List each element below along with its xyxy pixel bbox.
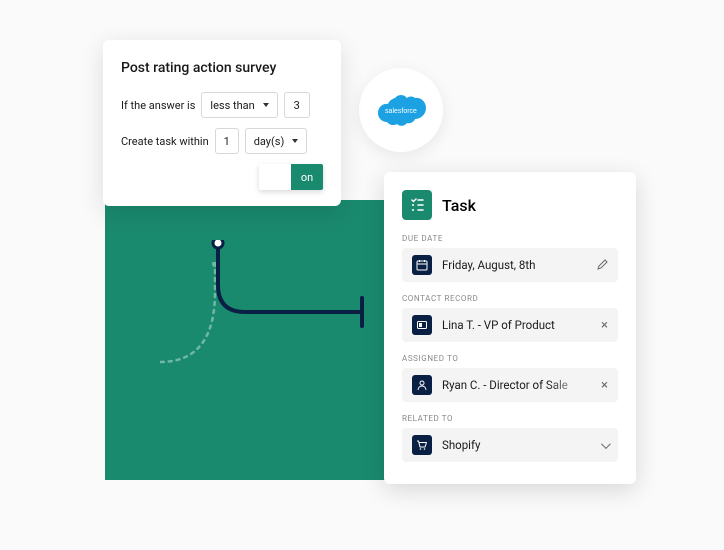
clear-icon[interactable]: ×: [601, 319, 608, 332]
assigned-to-input[interactable]: Ryan C. - Director of Sale ×: [402, 368, 618, 402]
calendar-icon: [412, 255, 432, 275]
task-list-icon: [402, 190, 432, 220]
cart-icon: [412, 435, 432, 455]
salesforce-badge: salesforce: [359, 68, 443, 152]
person-icon: [412, 375, 432, 395]
operator-select[interactable]: less than: [201, 92, 277, 118]
threshold-input[interactable]: 3: [284, 92, 310, 118]
assigned-to-field: ASSIGNED TO Ryan C. - Director of Sale ×: [402, 354, 618, 402]
contact-record-field: CONTACT RECORD Lina T. - VP of Product ×: [402, 294, 618, 342]
toggle-off-slot: [259, 164, 291, 190]
toggle-on-slot: on: [291, 164, 323, 190]
survey-title: Post rating action survey: [121, 60, 323, 76]
condition-label: If the answer is: [121, 99, 195, 112]
chevron-down-icon: [292, 139, 298, 143]
contact-record-input[interactable]: Lina T. - VP of Product ×: [402, 308, 618, 342]
task-title: Task: [442, 196, 476, 215]
chevron-down-icon[interactable]: [601, 442, 608, 449]
chevron-down-icon: [263, 103, 269, 107]
duration-unit-select[interactable]: day(s): [245, 128, 308, 154]
task-card: Task DUE DATE Friday, August, 8th CONTAC…: [384, 172, 636, 484]
clear-icon[interactable]: ×: [601, 379, 608, 392]
salesforce-icon: salesforce: [375, 92, 427, 128]
edit-icon[interactable]: [596, 259, 608, 271]
survey-card: Post rating action survey If the answer …: [103, 40, 341, 206]
task-header: Task: [402, 190, 618, 220]
contact-record-label: CONTACT RECORD: [402, 294, 618, 303]
due-date-input[interactable]: Friday, August, 8th: [402, 248, 618, 282]
create-task-row: Create task within 1 day(s): [121, 128, 323, 154]
record-icon: [412, 315, 432, 335]
due-date-label: DUE DATE: [402, 234, 618, 243]
duration-value-input[interactable]: 1: [215, 128, 239, 154]
related-to-label: RELATED TO: [402, 414, 618, 423]
create-label: Create task within: [121, 135, 209, 148]
assigned-to-label: ASSIGNED TO: [402, 354, 618, 363]
svg-text:salesforce: salesforce: [385, 108, 417, 115]
condition-row: If the answer is less than 3: [121, 92, 323, 118]
related-to-select[interactable]: Shopify: [402, 428, 618, 462]
survey-toggle[interactable]: on: [259, 164, 323, 190]
due-date-field: DUE DATE Friday, August, 8th: [402, 234, 618, 282]
related-to-field: RELATED TO Shopify: [402, 414, 618, 462]
